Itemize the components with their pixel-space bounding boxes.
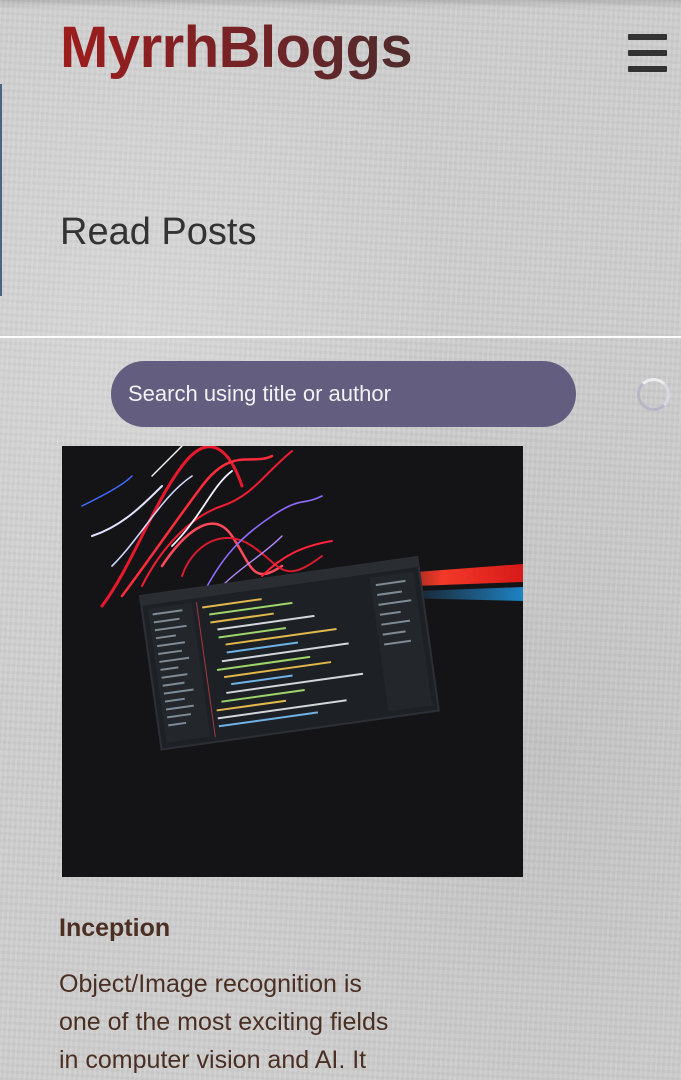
header-divider (0, 336, 681, 338)
laptop-code-image (62, 446, 523, 877)
post-excerpt: Object/Image recognition is one of the m… (59, 965, 439, 1079)
excerpt-line: one of the most exciting fields (59, 1008, 389, 1036)
hamburger-menu-icon[interactable] (628, 34, 668, 72)
post-title[interactable]: Inception (59, 912, 170, 944)
site-logo[interactable]: MyrrhBloggs (60, 14, 413, 82)
excerpt-line: Object/Image recognition is (59, 970, 362, 998)
page-title: Read Posts (60, 211, 257, 253)
left-accent-rule (0, 84, 2, 296)
top-shadow (0, 0, 681, 8)
loading-spinner-icon (637, 378, 670, 411)
search-input[interactable] (128, 381, 508, 407)
search-bar[interactable] (111, 361, 670, 427)
post-thumbnail[interactable] (62, 446, 523, 877)
excerpt-line: in computer vision and AI. It (59, 1046, 367, 1074)
